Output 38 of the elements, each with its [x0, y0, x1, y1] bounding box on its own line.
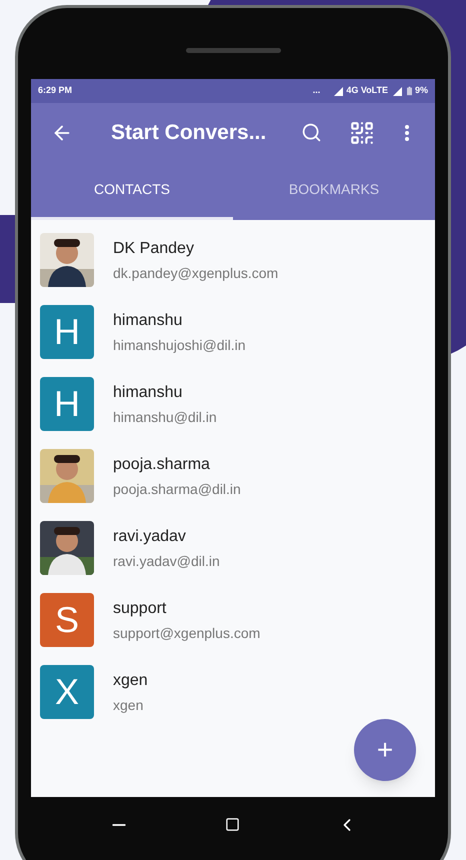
contact-email: himanshujoshi@dil.in	[113, 336, 246, 355]
contact-name: support	[113, 598, 168, 618]
toolbar-title: Start Convers...	[111, 120, 266, 146]
contact-row[interactable]: S support support@xgenplus.com	[31, 584, 435, 656]
contact-email: xgen	[113, 696, 144, 715]
status-time: 6:29 PM	[38, 84, 72, 98]
contact-name: himanshu	[113, 310, 184, 330]
contact-email: pooja.sharma@dil.in	[113, 480, 241, 499]
contact-row[interactable]: H himanshu himanshujoshi@dil.in	[31, 296, 435, 368]
battery-icon	[406, 86, 412, 96]
letter-avatar: H	[40, 377, 94, 431]
contact-name: himanshu	[113, 382, 184, 402]
contact-name: xgen	[113, 670, 148, 690]
letter-avatar: X	[40, 665, 94, 719]
contact-name: DK Pandey	[113, 238, 195, 258]
network-label: 4G VoLTE	[346, 84, 388, 98]
letter-avatar: S	[40, 593, 94, 647]
search-icon	[301, 122, 322, 143]
status-dots: ...	[312, 84, 320, 98]
contact-row[interactable]: pooja.sharma pooja.sharma@dil.in	[31, 440, 435, 512]
contact-row[interactable]: DK Pandey dk.pandey@xgenplus.com	[31, 224, 435, 296]
contact-name: pooja.sharma	[113, 454, 211, 474]
contact-name: ravi.yadav	[113, 526, 187, 546]
battery-level: 9%	[414, 84, 428, 98]
contact-email: ravi.yadav@dil.in	[113, 552, 220, 571]
contact-row[interactable]: H himanshu himanshu@dil.in	[31, 368, 435, 440]
contact-email: himanshu@dil.in	[113, 408, 217, 426]
letter-avatar: H	[40, 305, 94, 359]
signal-icon	[334, 86, 344, 96]
qr-code-icon	[349, 120, 375, 146]
tab[interactable]: CONTACTS	[31, 162, 233, 220]
signal-icon	[392, 86, 402, 96]
more-icon	[405, 124, 409, 140]
contact-email: support@xgenplus.com	[113, 624, 260, 643]
home-icon[interactable]	[225, 817, 240, 832]
contact-email: dk.pandey@xgenplus.com	[113, 264, 278, 283]
add-button[interactable]: +	[354, 719, 416, 781]
contact-row[interactable]: ravi.yadav ravi.yadav@dil.in	[31, 512, 435, 584]
